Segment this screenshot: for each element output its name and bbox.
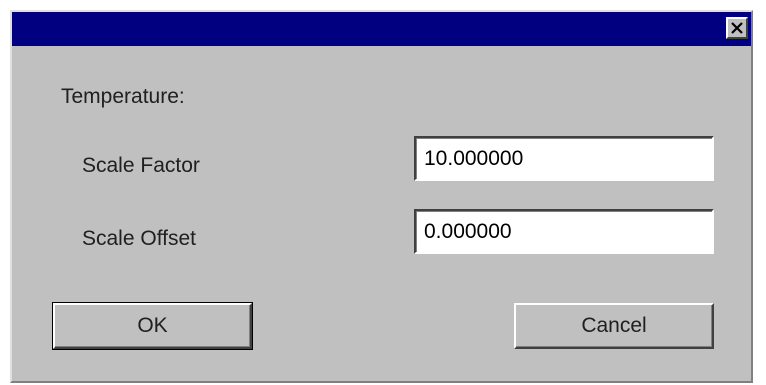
title-bar[interactable] xyxy=(12,12,751,46)
temperature-scale-dialog: Temperature: Scale Factor Scale Offset O… xyxy=(10,10,753,383)
scale-factor-input[interactable] xyxy=(414,136,714,181)
close-button[interactable] xyxy=(726,17,748,39)
close-icon xyxy=(731,22,743,34)
scale-offset-label: Scale Offset xyxy=(82,227,197,250)
ok-button[interactable]: OK xyxy=(52,302,253,350)
scale-factor-label: Scale Factor xyxy=(82,154,200,177)
temperature-section-label: Temperature: xyxy=(61,85,185,108)
cancel-button[interactable]: Cancel xyxy=(514,303,714,349)
scale-offset-input[interactable] xyxy=(414,209,714,254)
